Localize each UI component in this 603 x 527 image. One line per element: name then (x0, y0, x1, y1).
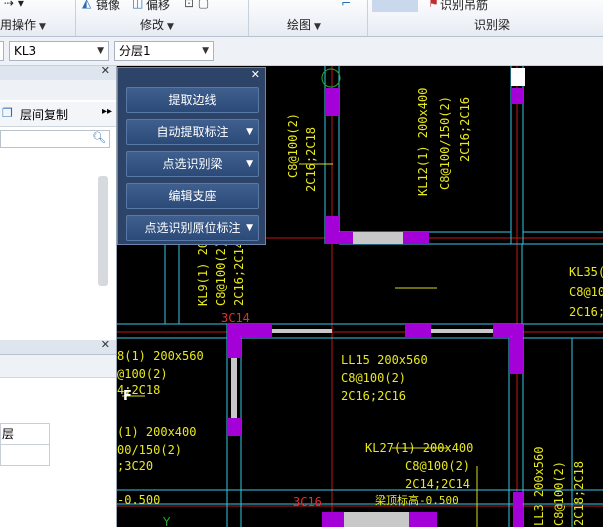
button-label: 自动提取标注 (156, 125, 229, 139)
cad-label: @100(2) (117, 367, 168, 381)
cad-label: LL15 200x560 (341, 353, 428, 367)
cad-label: 3C16 (293, 495, 322, 509)
ribbon-group-draw: ⌐ 绘图 ▼ (249, 0, 368, 36)
table-cell[interactable] (0, 444, 50, 466)
chevron-down-icon[interactable]: ▼ (246, 152, 253, 176)
close-icon[interactable]: ✕ (101, 338, 110, 351)
floor-copy-button[interactable]: 层间复制 (20, 106, 68, 123)
cad-label: ;3C20 (117, 459, 153, 473)
recognize-beam-label: 识别梁 (474, 18, 511, 32)
ribbon-group-recognize: ⚑ 识别吊筋 识别梁 (368, 0, 603, 36)
column-marker (511, 68, 525, 86)
mirror-button[interactable]: 镜像 (96, 0, 120, 13)
ribbon-group-operations: ⇢ ▾ 用操作 ▼ (0, 0, 76, 36)
chevron-down-icon: ▼ (39, 22, 46, 32)
close-icon[interactable]: ✕ (251, 68, 260, 81)
cad-label: 8(1) 200x560 (117, 349, 204, 363)
chevron-down-icon: ▼ (202, 46, 209, 56)
operations-dropdown[interactable]: 用操作 ▼ (0, 16, 46, 33)
panel-toolbar (0, 80, 116, 100)
recognize-beam-button[interactable] (372, 0, 418, 12)
cad-label: KL35( (569, 265, 603, 279)
pick-recognize-beam-button[interactable]: 点选识别梁 ▼ (126, 151, 259, 177)
draw-label: 绘图 (287, 18, 312, 32)
edit-support-button[interactable]: 编辑支座 (126, 183, 259, 209)
cursor-marker: F (123, 389, 132, 404)
cad-label: 2C16;2C18 (304, 127, 318, 192)
cad-label: LL3 200x560 (532, 447, 546, 526)
cad-label: (1) 200x400 (117, 425, 196, 439)
search-icon[interactable]: 🔍︎ (92, 131, 106, 144)
operations-label: 用操作 (0, 18, 37, 32)
layer-value: 分层1 (119, 44, 151, 58)
component-combo[interactable]: KL3 ▼ (9, 41, 109, 61)
more-icon[interactable]: ▸▸ (102, 106, 112, 117)
panel-toolbar-2 (0, 355, 116, 378)
chevron-down-icon[interactable]: ▼ (246, 120, 253, 144)
mirror-icon: ◭ (82, 0, 92, 10)
button-label: 提取边线 (168, 93, 217, 107)
cad-label: KL27(1) 200x400 (365, 441, 473, 455)
panel-toolbar-row: ❐ 层间复制 ▸▸ (0, 102, 116, 127)
cad-label: 2C16;2C16 (341, 389, 406, 403)
cad-label: 2C14;2C14 (405, 477, 470, 491)
layer-combo[interactable]: 分层1 ▼ (114, 41, 214, 61)
cad-label: C8@100(2) (405, 459, 470, 473)
line-icon[interactable]: ⌐ (341, 0, 351, 10)
chevron-down-icon: ▼ (97, 46, 104, 56)
panel-header-2: ✕ (0, 338, 116, 355)
cad-label: 梁顶标高-0.500 (375, 493, 459, 507)
recognized-beams (227, 88, 523, 527)
modify-dropdown[interactable]: 修改 ▼ (140, 16, 174, 33)
button-label: 点选识别原位标注 (144, 221, 241, 235)
cad-label: 2C16;2C14 (232, 241, 246, 306)
beam-recognition-panel: ✕ 提取边线 自动提取标注 ▼ 点选识别梁 ▼ 编辑支座 点选识别原位标注 ▼ (117, 67, 266, 245)
cad-label: -0.500 (117, 493, 160, 507)
panel-header: ✕ (0, 64, 116, 81)
cad-label: C8@10 (569, 285, 603, 299)
pick-recognize-inplace-annotation-button[interactable]: 点选识别原位标注 ▼ (126, 215, 259, 241)
cad-label: 00/150(2) (117, 443, 182, 457)
cad-label: 3C14 (221, 311, 250, 325)
chevron-down-icon: ▼ (314, 22, 321, 32)
chevron-down-icon: ▼ (167, 22, 174, 32)
modify-label: 修改 (140, 18, 165, 32)
scrollbar-thumb[interactable] (98, 176, 108, 286)
axis-y-marker: Y (162, 515, 171, 527)
operations-icon[interactable]: ⇢ ▾ (4, 0, 24, 10)
cad-label: 2C18;2C18 (572, 461, 586, 526)
button-label: 编辑支座 (168, 189, 217, 203)
draw-dropdown[interactable]: 绘图 ▼ (287, 16, 321, 33)
copy-icon: ❐ (2, 106, 13, 120)
cad-label: C8@100(2) (214, 241, 228, 306)
extract-edge-button[interactable]: 提取边线 (126, 87, 259, 113)
auto-extract-annotation-button[interactable]: 自动提取标注 ▼ (126, 119, 259, 145)
chevron-down-icon[interactable]: ▼ (246, 216, 253, 240)
button-label: 点选识别梁 (162, 157, 223, 171)
property-table: 层 (0, 423, 50, 467)
cad-label: KL12(1) 200x400 (416, 88, 430, 196)
tool-icon[interactable]: ⊡ ▢ (184, 0, 209, 10)
left-panel: ✕ ❐ 层间复制 ▸▸ 🔍︎ ✕ 层 (0, 64, 117, 527)
close-icon[interactable]: ✕ (101, 64, 110, 77)
offset-button[interactable]: 偏移 (146, 0, 170, 13)
ribbon-group-modify: ◭ 镜像 ◫ 偏移 ⊡ ▢ 修改 ▼ (76, 0, 249, 36)
component-value: KL3 (14, 44, 37, 58)
ribbon-toolbar: ⇢ ▾ 用操作 ▼ ◭ 镜像 ◫ 偏移 ⊡ ▢ 修改 ▼ ⌐ 绘图 ▼ ⚑ 识别吊筋 … (0, 0, 603, 37)
cad-label: C8@100(2) (286, 113, 300, 178)
cad-label: C8@100/150(2) (438, 96, 452, 190)
table-cell[interactable]: 层 (0, 423, 50, 445)
combo-partial[interactable] (0, 41, 4, 61)
cad-label: C8@100(2) (552, 461, 566, 526)
cad-label: 2C16;2C16 (458, 97, 472, 162)
recognize-hanger-button[interactable]: 识别吊筋 (440, 0, 488, 13)
search-input[interactable]: 🔍︎ (0, 130, 110, 148)
cad-label: 2C16; (569, 305, 603, 319)
hanger-icon: ⚑ (428, 0, 439, 10)
offset-icon: ◫ (132, 0, 144, 10)
component-selector-bar: KL3 ▼ 分层1 ▼ (0, 37, 603, 66)
cad-label: C8@100(2) (341, 371, 406, 385)
